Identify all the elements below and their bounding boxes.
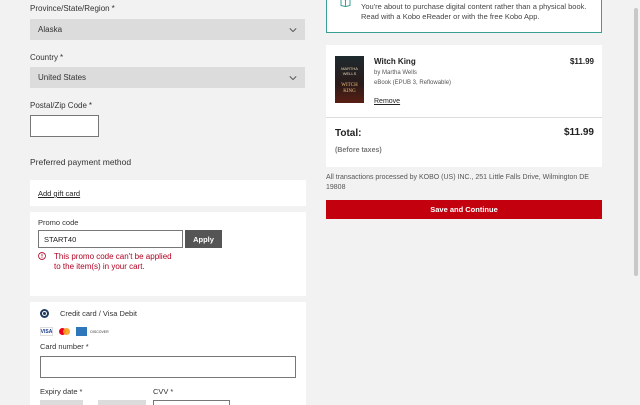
postal-label: Postal/Zip Code * [30, 101, 93, 110]
remove-link[interactable]: Remove [374, 98, 400, 105]
error-icon [38, 252, 46, 260]
chevron-down-icon [289, 27, 297, 32]
total-value: $11.99 [563, 127, 594, 138]
gift-card-panel: Add gift card [30, 180, 306, 206]
mastercard-icon [58, 327, 71, 336]
apply-button[interactable]: Apply [185, 230, 222, 248]
processor-note: All transactions processed by KOBO (US) … [326, 174, 589, 191]
cvv-input[interactable] [153, 400, 230, 405]
digital-content-notice: You're about to purchase digital content… [326, 0, 602, 33]
province-label: Province/State/Region * [30, 4, 115, 13]
card-number-label: Card number * [40, 342, 89, 351]
province-value: Alaska [38, 25, 63, 34]
scrollbar-thumb[interactable] [634, 8, 638, 276]
amex-icon [76, 327, 87, 336]
item-title[interactable]: Witch King [374, 57, 416, 66]
card-number-input[interactable] [40, 356, 296, 378]
summary-divider [326, 117, 602, 118]
country-select[interactable]: United States [30, 67, 305, 88]
discover-icon: DISCOVER [90, 327, 109, 336]
promo-input[interactable]: START40 [38, 230, 183, 248]
promo-panel: Promo code START40 Apply This promo code… [30, 212, 306, 296]
notice-text: You're about to purchase digital content… [361, 2, 587, 21]
expiry-month-select[interactable] [40, 400, 83, 405]
total-label: Total: [335, 128, 362, 139]
postal-input[interactable] [30, 115, 99, 137]
visa-icon: VISA [40, 327, 53, 336]
order-summary: MARTHA WELLS WITCH KING Witch King $11.9… [326, 45, 602, 167]
item-price: $11.99 [569, 57, 594, 66]
add-gift-card-link[interactable]: Add gift card [38, 189, 80, 198]
cvv-label: CVV * [153, 387, 174, 396]
expiry-year-select[interactable] [98, 400, 146, 405]
expiry-label: Expiry date * [40, 387, 83, 396]
credit-card-radio[interactable] [40, 309, 49, 318]
credit-card-label: Credit card / Visa Debit [60, 309, 137, 318]
item-author: by Martha Wells [374, 70, 417, 76]
book-cover: MARTHA WELLS WITCH KING [335, 56, 364, 103]
country-value: United States [38, 73, 87, 82]
promo-error-message: This promo code can't be applied to the … [54, 252, 172, 271]
province-select[interactable]: Alaska [30, 19, 305, 40]
cover-author-text: MARTHA WELLS [341, 66, 358, 76]
payment-method-heading: Preferred payment method [30, 157, 132, 167]
cover-title-text: WITCH KING [341, 83, 358, 94]
before-taxes-note: (Before taxes) [335, 147, 382, 154]
save-and-continue-button[interactable]: Save and Continue [326, 200, 602, 219]
item-format: eBook (EPUB 3, Reflowable) [374, 80, 452, 86]
chevron-down-icon [289, 75, 297, 80]
promo-label: Promo code [38, 218, 79, 227]
book-icon [340, 0, 351, 7]
country-label: Country * [30, 53, 64, 62]
credit-card-panel: Credit card / Visa Debit VISA DISCOVER C… [30, 302, 306, 405]
